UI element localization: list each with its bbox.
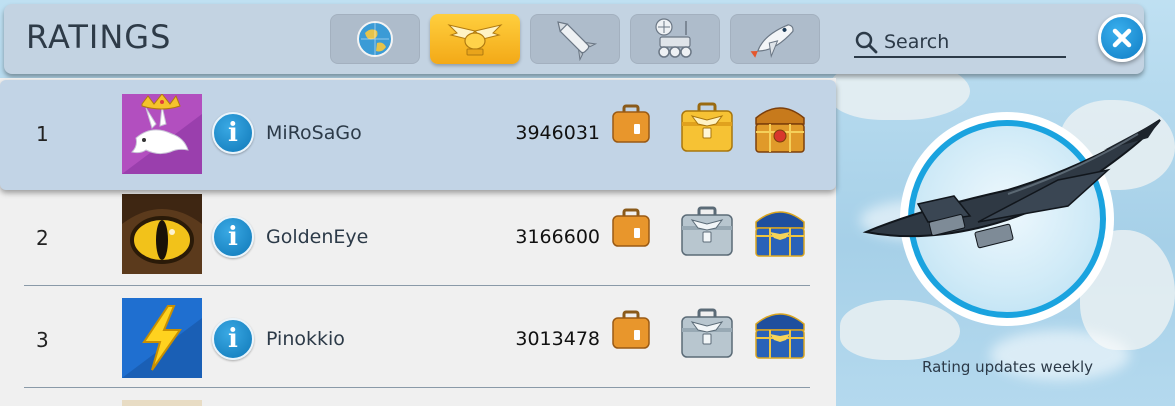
blue-chest-icon <box>755 211 805 257</box>
silver-briefcase-icon <box>681 206 733 256</box>
info-button[interactable]: i <box>212 318 254 360</box>
tab-rover[interactable] <box>630 14 720 64</box>
rating-row-1[interactable]: 1 i MiRoSaGo 3946031 <box>0 80 836 190</box>
player-score: 3013478 <box>515 328 600 350</box>
rank-number: 1 <box>36 122 49 146</box>
info-button[interactable]: i <box>212 112 254 154</box>
search-box[interactable] <box>854 28 1066 58</box>
golden-eye-avatar <box>122 194 202 274</box>
rating-update-note: Rating updates weekly <box>921 358 1094 376</box>
blue-chest-icon <box>755 313 805 359</box>
page-title: RATINGS <box>26 18 172 56</box>
search-input[interactable] <box>882 28 1066 56</box>
player-name: GoldenEye <box>266 226 369 248</box>
silver-briefcase-icon <box>681 308 733 358</box>
rocket-icon <box>557 21 598 61</box>
close-icon <box>1112 28 1132 48</box>
info-icon: i <box>228 324 238 354</box>
gold-chest-icon <box>755 107 805 153</box>
rover-icon <box>655 18 692 58</box>
rating-row-4-partial[interactable] <box>122 400 202 406</box>
close-button[interactable] <box>1098 14 1146 62</box>
tab-rocket[interactable] <box>530 14 620 64</box>
bronze-briefcase-icon <box>612 104 650 143</box>
ratings-header-bar: RATINGS <box>4 4 1144 74</box>
tab-shuttle[interactable] <box>730 14 820 64</box>
lightning-avatar <box>122 298 202 378</box>
globe-icon <box>357 21 393 57</box>
winged-emblem-icon <box>447 24 503 56</box>
crowned-rabbit-avatar <box>122 94 202 174</box>
space-shuttle-icon <box>750 24 794 59</box>
gold-briefcase-icon <box>681 102 733 152</box>
player-score: 3946031 <box>515 122 600 144</box>
rank-number: 3 <box>36 328 49 352</box>
info-icon: i <box>228 118 238 148</box>
info-button[interactable]: i <box>212 216 254 258</box>
bronze-briefcase-icon <box>612 208 650 247</box>
bronze-briefcase-icon <box>612 310 650 349</box>
tab-world[interactable] <box>330 14 420 64</box>
tab-emblem[interactable] <box>430 14 520 64</box>
info-icon: i <box>228 222 238 252</box>
search-icon <box>855 31 878 54</box>
supersonic-jet-icon <box>862 119 1161 249</box>
rating-row-2[interactable]: 2 i GoldenEye 3166600 <box>0 184 836 286</box>
rank-number: 2 <box>36 226 49 250</box>
player-score: 3166600 <box>515 226 600 248</box>
row-divider <box>24 387 810 388</box>
player-name: MiRoSaGo <box>266 122 362 144</box>
player-name: Pinokkio <box>266 328 345 350</box>
ratings-list: 1 i MiRoSaGo 3946031 2 i GoldenEye 31666… <box>0 78 836 406</box>
rating-row-3[interactable]: 3 i Pinokkio 3013478 <box>0 286 836 388</box>
